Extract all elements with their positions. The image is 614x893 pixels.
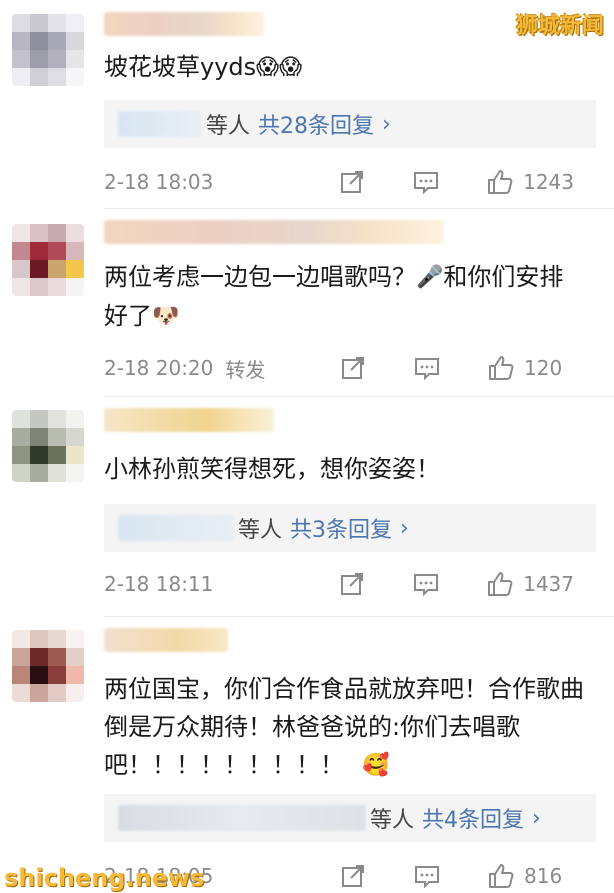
comment-text: 小林孙煎笑得想死，想你姿姿！ xyxy=(104,455,440,483)
avatar[interactable] xyxy=(12,224,84,296)
reply-users xyxy=(118,515,234,541)
dog-emoji-icon: 🐶 xyxy=(152,304,180,329)
share-icon[interactable] xyxy=(340,863,366,889)
reply-count-link[interactable]: 共3条回复 xyxy=(290,512,392,544)
reply-summary[interactable]: 等人 共4条回复 › xyxy=(104,794,596,842)
microphone-emoji-icon: 🎤 xyxy=(416,265,444,290)
reply-count-link[interactable]: 共28条回复 xyxy=(258,108,374,140)
timestamp: 2-18 18:11 xyxy=(104,572,214,596)
share-icon[interactable] xyxy=(339,169,365,195)
comment-text: 坡花坡草yyds😱😱 xyxy=(104,48,584,87)
watermark-logo: 狮城新闻 xyxy=(515,14,604,39)
forward-link[interactable]: 转发 xyxy=(225,354,265,383)
comment-meta: 2-18 18:11 1437 xyxy=(104,566,594,602)
watermark-site: shicheng.news xyxy=(4,864,205,892)
share-icon[interactable] xyxy=(340,355,366,381)
comment-icon[interactable] xyxy=(414,863,440,889)
thumbs-up-icon[interactable] xyxy=(487,169,513,195)
comment-text: 两位考虑一边包一边唱歌吗？🎤和你们安排好了🐶 xyxy=(104,258,584,336)
reply-count-link[interactable]: 共4条回复 xyxy=(422,802,524,834)
chevron-right-icon: › xyxy=(382,111,391,137)
avatar[interactable] xyxy=(12,14,84,86)
thumbs-up-icon[interactable] xyxy=(487,571,513,597)
thumbs-up-icon[interactable] xyxy=(488,355,514,381)
chevron-right-icon: › xyxy=(400,515,409,541)
timestamp: 2-18 20:20 xyxy=(104,356,214,380)
reply-summary[interactable]: 等人 共28条回复 › xyxy=(104,100,596,148)
love-emoji-icon: 🥰 xyxy=(362,753,390,778)
reply-wait-label: 等人 xyxy=(206,114,251,139)
reply-summary[interactable]: 等人 共3条回复 › xyxy=(104,504,596,552)
thumbs-up-icon[interactable] xyxy=(488,863,514,889)
reply-wait-label: 等人 xyxy=(238,518,283,543)
comment-meta: 2-18 18:03 1243 xyxy=(104,164,594,200)
comment-icon[interactable] xyxy=(413,571,439,597)
reply-users xyxy=(118,805,366,831)
divider xyxy=(104,208,614,209)
avatar[interactable] xyxy=(12,630,84,702)
divider xyxy=(104,616,614,617)
username[interactable] xyxy=(104,628,228,652)
comment-icon[interactable] xyxy=(413,169,439,195)
chevron-right-icon: › xyxy=(532,805,541,831)
divider xyxy=(104,396,614,397)
like-count: 120 xyxy=(524,356,563,380)
scream-emoji-icon: 😱😱 xyxy=(256,55,303,80)
like-count: 1437 xyxy=(523,572,574,596)
like-count: 816 xyxy=(524,864,563,888)
share-icon[interactable] xyxy=(339,571,365,597)
like-count: 1243 xyxy=(523,170,574,194)
username[interactable] xyxy=(104,408,274,432)
comment-text: 两位国宝，你们合作食品就放弃吧！合作歌曲倒是万众期待！林爸爸说的:你们去唱歌吧！… xyxy=(104,670,594,785)
comment-meta: 2-18 20:20 转发 120 xyxy=(104,350,594,386)
reply-wait-label: 等人 xyxy=(370,808,415,833)
comment-icon[interactable] xyxy=(414,355,440,381)
username[interactable] xyxy=(104,12,264,36)
avatar[interactable] xyxy=(12,410,84,482)
timestamp: 2-18 18:03 xyxy=(104,170,214,194)
username[interactable] xyxy=(104,220,444,244)
reply-users xyxy=(118,111,202,137)
